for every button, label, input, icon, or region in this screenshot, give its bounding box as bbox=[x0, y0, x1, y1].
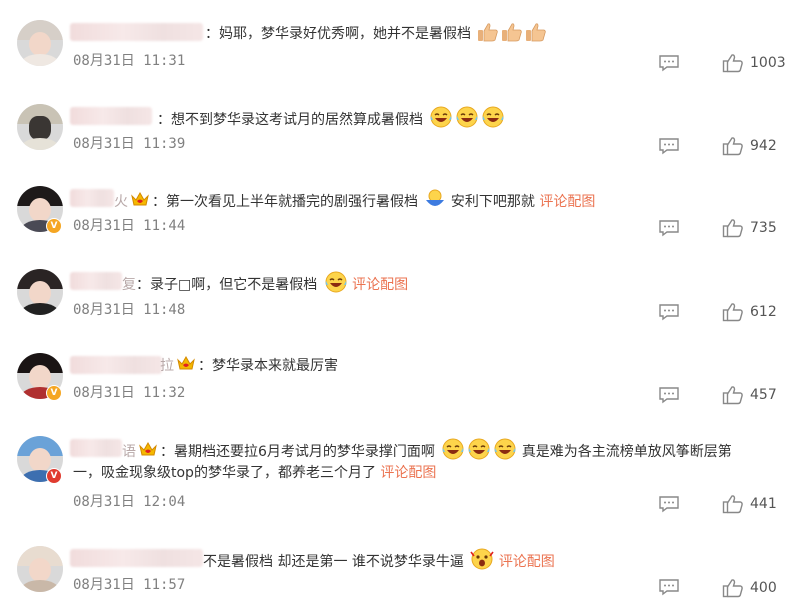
username-blurred[interactable] bbox=[70, 23, 203, 41]
username-blurred[interactable] bbox=[70, 189, 114, 207]
username-blurred[interactable] bbox=[70, 439, 122, 457]
avatar[interactable] bbox=[17, 104, 63, 150]
thumbs-up-emoji bbox=[477, 22, 499, 48]
comment-item: V 语：暑期档还要拉6月考试月的梦华录撑门面啊 真是难为各主流榜单放风筝断层第 … bbox=[0, 430, 808, 530]
username-blurred[interactable] bbox=[70, 549, 203, 567]
username-blurred[interactable] bbox=[70, 356, 162, 374]
comment-text-line2: 一，吸金现象级top的梦华录了，都养老三个月了 评论配图 bbox=[73, 465, 437, 481]
reply-icon[interactable] bbox=[658, 219, 680, 237]
reply-icon[interactable] bbox=[658, 54, 680, 72]
comment-text: ：妈耶，梦华录好优秀啊，她并不是暑假档 bbox=[205, 22, 547, 48]
fan-crown-icon bbox=[176, 355, 196, 379]
comment-text: 火：第一次看见上半年就播完的剧强行暑假档 安利下吧那就 评论配图 bbox=[114, 188, 595, 216]
like-count: 612 bbox=[750, 304, 777, 320]
fan-crown-icon bbox=[138, 441, 158, 465]
thumbs-up-icon bbox=[722, 494, 744, 518]
thumbs-up-icon bbox=[722, 302, 744, 326]
avatar[interactable] bbox=[17, 20, 63, 66]
verified-badge-icon: V bbox=[46, 385, 62, 401]
reply-icon[interactable] bbox=[658, 303, 680, 321]
comment-image-link[interactable]: 评论配图 bbox=[539, 194, 595, 210]
avatar[interactable] bbox=[17, 546, 63, 592]
comment-image-link[interactable]: 评论配图 bbox=[380, 465, 436, 481]
thumbs-up-icon bbox=[722, 136, 744, 160]
comment-time: 08月31日 11:39 bbox=[73, 136, 186, 152]
comment-text: 不是暑假档 却还是第一 谁不说梦华录牛逼 评论配图 bbox=[203, 548, 555, 576]
thumbs-up-emoji bbox=[525, 22, 547, 48]
like-count: 400 bbox=[750, 580, 777, 596]
verified-badge-icon: V bbox=[46, 468, 62, 484]
comment-item: ：想不到梦华录这考试月的居然算成暑假档 08月31日 11:39 942 bbox=[0, 98, 808, 182]
laugh-cry-emoji bbox=[441, 438, 465, 466]
blue-bowl-emoji bbox=[424, 188, 446, 216]
laugh-cry-emoji bbox=[481, 106, 505, 134]
like-count: 942 bbox=[750, 138, 777, 154]
thumbs-up-emoji bbox=[501, 22, 523, 48]
thumbs-up-icon bbox=[722, 385, 744, 409]
comment-time: 08月31日 12:04 bbox=[73, 494, 186, 510]
comment-text: 语：暑期档还要拉6月考试月的梦华录撑门面啊 真是难为各主流榜单放风筝断层第 bbox=[122, 438, 732, 466]
verified-badge-icon: V bbox=[46, 218, 62, 234]
laugh-cry-emoji bbox=[493, 438, 517, 466]
laugh-cry-emoji bbox=[324, 271, 348, 299]
laugh-cry-emoji bbox=[429, 106, 453, 134]
like-count: 457 bbox=[750, 387, 777, 403]
like-count: 1003 bbox=[750, 55, 786, 71]
laugh-cry-emoji bbox=[467, 438, 491, 466]
comment-item: 不是暑假档 却还是第一 谁不说梦华录牛逼 评论配图 08月31日 11:57 4… bbox=[0, 540, 808, 614]
comment-item: 复：录子□啊，但它不是暑假档 评论配图 08月31日 11:48 612 bbox=[0, 263, 808, 347]
fan-crown-icon bbox=[130, 191, 150, 215]
thumbs-up-icon bbox=[722, 53, 744, 77]
comment-time: 08月31日 11:48 bbox=[73, 302, 186, 318]
reply-icon[interactable] bbox=[658, 386, 680, 404]
comment-item: V 拉：梦华录本来就最厉害 08月31日 11:32 457 bbox=[0, 347, 808, 431]
comment-text: 复：录子□啊，但它不是暑假档 评论配图 bbox=[122, 271, 408, 299]
reply-icon[interactable] bbox=[658, 495, 680, 513]
thumbs-up-icon bbox=[722, 578, 744, 602]
comment-text: ：想不到梦华录这考试月的居然算成暑假档 bbox=[157, 106, 505, 134]
avatar[interactable] bbox=[17, 269, 63, 315]
thumbs-up-icon bbox=[722, 218, 744, 242]
comment-text: 拉：梦华录本来就最厉害 bbox=[160, 355, 338, 379]
like-count: 735 bbox=[750, 220, 777, 236]
comment-image-link[interactable]: 评论配图 bbox=[499, 554, 555, 570]
comment-image-link[interactable]: 评论配图 bbox=[352, 277, 408, 293]
comment-item: ：妈耶，梦华录好优秀啊，她并不是暑假档 08月31日 11:31 1003 bbox=[0, 14, 808, 98]
username-blurred[interactable] bbox=[70, 107, 152, 125]
laugh-cry-emoji bbox=[455, 106, 479, 134]
comment-time: 08月31日 11:44 bbox=[73, 218, 186, 234]
comment-time: 08月31日 11:32 bbox=[73, 385, 186, 401]
like-count: 441 bbox=[750, 496, 777, 512]
shocked-face-emoji bbox=[470, 548, 494, 576]
comment-time: 08月31日 11:31 bbox=[73, 53, 186, 69]
username-blurred[interactable] bbox=[70, 272, 122, 290]
reply-icon[interactable] bbox=[658, 137, 680, 155]
reply-icon[interactable] bbox=[658, 578, 680, 596]
comment-item: V 火：第一次看见上半年就播完的剧强行暑假档 安利下吧那就 评论配图 08月31… bbox=[0, 180, 808, 264]
comment-time: 08月31日 11:57 bbox=[73, 577, 186, 593]
